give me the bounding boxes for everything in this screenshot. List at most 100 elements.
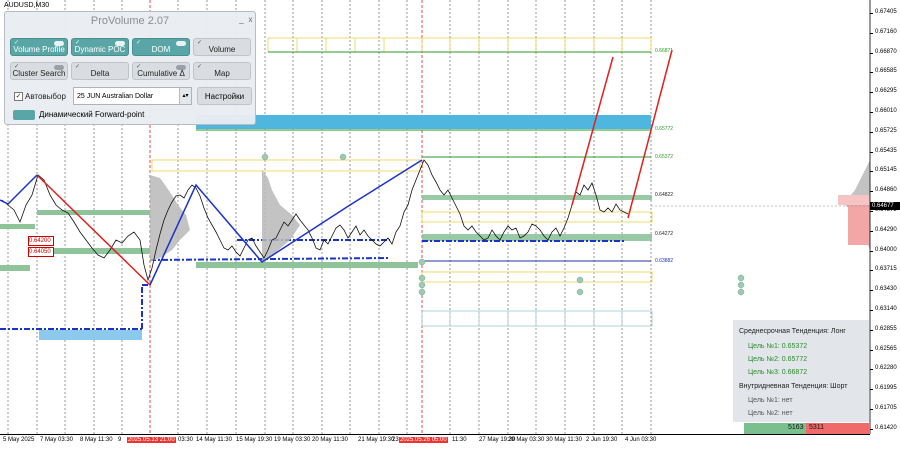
forward-point-toggle[interactable]: Динамический Forward-point <box>13 109 253 121</box>
time-tick-label: 2 Jun 19:30 <box>586 437 618 443</box>
price-tick-label: 0.63430 <box>875 286 897 293</box>
cumulative-delta-button[interactable]: ✓ Cumulative Δ <box>132 62 190 80</box>
checkmark-icon: ✓ <box>14 64 20 70</box>
price-tick-label: 0.61995 <box>875 385 897 392</box>
level-label: 0.64822 <box>655 192 674 198</box>
volume-button[interactable]: ✓ Volume <box>193 38 251 56</box>
price-tick-mark <box>870 230 873 232</box>
price-tick-mark <box>870 151 873 153</box>
time-tick-label: 29 May 03:30 <box>508 437 545 443</box>
time-tick-label: 19 May 03:30 <box>274 437 311 443</box>
symbol-label: AUDUSD,M30 <box>4 2 50 9</box>
intraday-trend-label: Внутридневная Тенденция: Шорт <box>739 383 848 390</box>
time-tick-label: 11:30 <box>452 437 467 443</box>
toggle-icon <box>54 41 64 46</box>
trend-info-box: Среднесрочная Тенденция: Лонг Цель №1: 0… <box>733 320 869 422</box>
price-tick-label: 0.64000 <box>875 246 897 253</box>
map-button[interactable]: ✓ Map <box>193 62 251 80</box>
price-tick-mark <box>870 52 873 54</box>
checkmark-icon: ✓ <box>75 40 81 46</box>
price-tick-mark <box>870 13 873 14</box>
price-tick-mark <box>870 112 873 113</box>
price-tick-label: 0.66870 <box>875 48 897 55</box>
price-tick-label: 0.62280 <box>875 365 897 372</box>
price-tick-label: 0.66585 <box>875 68 897 75</box>
time-tick-label: 20 May 11:30 <box>312 437 348 443</box>
price-tick-mark <box>870 409 873 410</box>
close-button[interactable]: x <box>246 16 255 24</box>
time-tick-label: 2025.05.26 05:00 <box>399 437 448 443</box>
price-tick-mark <box>870 369 873 371</box>
price-tick-label: 0.63715 <box>875 266 897 273</box>
price-tick-label: 0.64290 <box>875 226 897 233</box>
buy-volume-value: 5163 <box>788 424 804 431</box>
price-tick-mark <box>870 131 873 133</box>
level-label: 0.66871 <box>655 48 674 54</box>
time-tick-label: 5 May 2025 <box>3 437 35 443</box>
dynamic-poc-button[interactable]: ✓ Dynamic POC <box>71 38 129 56</box>
checkbox-icon: ✓ <box>14 92 23 102</box>
price-tick-mark <box>870 250 873 252</box>
provolume-panel: ProVolume 2.07 _ x ✓ Volume Profile ✓ Dyna… <box>4 11 256 125</box>
cluster-search-button[interactable]: ✓ Cluster Search <box>10 62 68 80</box>
checkmark-icon: ✓ <box>75 64 81 70</box>
time-tick-label: 14 May 11:30 <box>196 437 232 443</box>
price-tick-mark <box>870 171 873 173</box>
chevron-updown-icon[interactable]: ▴▾ <box>179 88 191 104</box>
time-tick-label: 23 <box>392 437 399 443</box>
toggle-icon <box>115 41 125 46</box>
time-tick-label: 7 May 03:30 <box>40 437 74 443</box>
price-tick-mark <box>870 389 873 391</box>
price-tick-mark <box>870 92 873 94</box>
price-tick-label: 0.63140 <box>875 306 897 312</box>
price-tick-mark <box>870 32 873 34</box>
level-label: 0.65372 <box>655 154 674 160</box>
target-label: Цель №1: 0.65372 <box>748 343 808 350</box>
toggle-switch-icon[interactable] <box>13 109 35 120</box>
autoselect-checkbox[interactable]: ✓ Автовыбор <box>14 92 66 102</box>
volume-profile-button[interactable]: ✓ Volume Profile <box>10 38 68 56</box>
time-tick-label: 2025.05.13 21:00 <box>127 437 176 443</box>
sell-volume-value: 5311 <box>809 424 825 431</box>
toggle-icon <box>176 65 186 70</box>
medium-trend-label: Среднесрочная Тенденция: Лонг <box>739 328 846 335</box>
price-tick-label: 0.67160 <box>875 28 897 35</box>
time-tick-label: 03:30 <box>178 437 194 443</box>
price-tick-mark <box>870 329 873 331</box>
dom-button[interactable]: ✓ DOM <box>132 38 190 56</box>
price-tick-label: 0.65725 <box>875 127 897 134</box>
price-tick-label: 0.64860 <box>875 187 897 194</box>
target-label: Цель №2: нет <box>748 410 793 417</box>
time-tick-label: 8 May 11:30 <box>80 437 113 443</box>
settings-button[interactable]: Настройки <box>197 87 252 105</box>
price-tick-label: 0.62565 <box>875 345 897 352</box>
price-tick-mark <box>870 349 873 351</box>
checkmark-icon: ✓ <box>136 64 142 70</box>
time-tick-label: 15 May 19:30 <box>236 437 273 443</box>
level-label: 0.65772 <box>655 126 674 132</box>
price-tick-mark <box>870 270 873 272</box>
price-tick-label: 0.61420 <box>875 424 897 431</box>
target-label: Цель №2: 0.65772 <box>748 356 808 363</box>
time-tick-label: 21 May 19:30 <box>358 437 395 443</box>
price-tag: 0.64050 <box>28 247 54 257</box>
target-label: Цель №3: 0.66872 <box>748 369 808 376</box>
buy-sell-volume-bar: 5163 5311 <box>744 423 869 434</box>
toggle-icon <box>54 65 64 70</box>
time-tick-label: 30 May 11:30 <box>546 437 582 443</box>
price-tick-label: 0.65435 <box>875 147 897 154</box>
level-label: 0.64272 <box>655 231 674 237</box>
delta-button[interactable]: ✓ Delta <box>71 62 129 80</box>
price-tick-mark <box>870 290 873 292</box>
price-tick-label: 0.62855 <box>875 325 897 332</box>
checkmark-icon: ✓ <box>14 40 20 46</box>
checkmark-icon: ✓ <box>197 40 203 46</box>
time-tick-label: 4 Jun 03:30 <box>625 437 657 443</box>
price-tag: 0.64200 <box>28 236 54 246</box>
minimize-button[interactable]: _ <box>237 16 246 24</box>
target-label: Цель №1: нет <box>748 397 793 404</box>
panel-title: ProVolume 2.07 <box>90 15 170 27</box>
current-price-badge: 0.64677 <box>870 202 900 210</box>
instrument-select[interactable]: 25 JUN Australian Dollar ▴▾ <box>73 87 192 105</box>
price-tick-mark <box>870 310 873 311</box>
